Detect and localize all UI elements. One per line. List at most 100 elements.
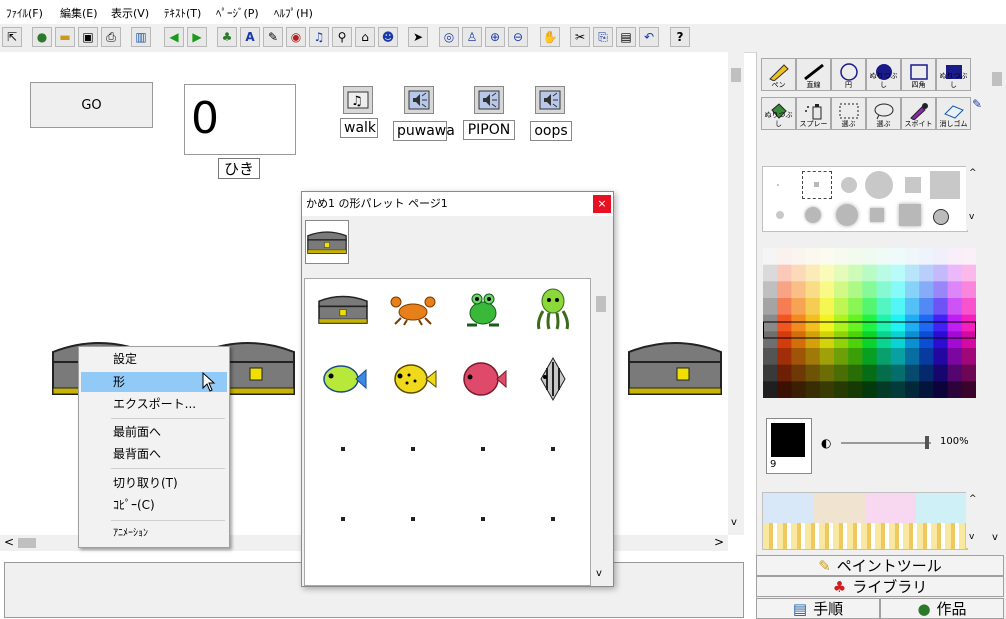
color-swatch[interactable] (933, 348, 949, 366)
color-swatch[interactable] (876, 314, 892, 332)
copy-icon[interactable]: ⎘ (593, 27, 613, 47)
eye-mask-icon[interactable]: ◉ (286, 27, 306, 47)
globe-icon[interactable]: ● (32, 27, 52, 47)
color-swatch[interactable] (947, 298, 963, 316)
save-icon[interactable]: ▣ (78, 27, 98, 47)
color-swatch[interactable] (890, 298, 906, 316)
color-swatch[interactable] (777, 281, 792, 299)
color-swatch[interactable] (947, 364, 963, 382)
color-swatch[interactable] (848, 264, 863, 282)
menu-item-send-back[interactable]: 最背面へ (81, 444, 227, 464)
scroll-down-icon[interactable]: v (992, 532, 998, 543)
brush-scrollbar[interactable]: ^ v (966, 166, 980, 230)
soft-brush-4[interactable] (870, 208, 884, 222)
forward-arrow-icon[interactable]: ▶ (187, 27, 207, 47)
color-swatch[interactable] (947, 264, 963, 282)
speaker-icon[interactable] (474, 86, 504, 114)
menu-help[interactable]: ﾍﾙﾌﾟ(H) (274, 5, 313, 21)
color-swatch[interactable] (834, 264, 849, 282)
color-swatch[interactable] (791, 331, 807, 349)
color-swatch[interactable] (947, 248, 963, 266)
help-icon[interactable]: ? (670, 27, 690, 47)
scroll-right-icon[interactable]: > (714, 535, 724, 549)
current-color-panel[interactable]: 9 (766, 418, 812, 474)
color-swatch[interactable] (876, 348, 892, 366)
color-swatch[interactable] (933, 331, 949, 349)
brush-size-5[interactable] (905, 177, 921, 193)
color-swatch[interactable] (791, 314, 807, 332)
color-swatch[interactable] (819, 381, 835, 398)
color-swatch[interactable] (961, 364, 976, 382)
stop-icon[interactable]: ✋ (540, 27, 560, 47)
color-swatch[interactable] (805, 381, 821, 398)
tab-works[interactable]: ● 作品 (880, 598, 1004, 619)
text-icon[interactable]: A (240, 27, 260, 47)
color-swatch[interactable] (805, 264, 821, 282)
speaker-icon[interactable] (404, 86, 434, 114)
spray-tool[interactable]: スプレー (796, 97, 831, 130)
color-swatch[interactable] (777, 298, 792, 316)
menu-file[interactable]: ﾌｧｲﾙ(F) (6, 5, 43, 21)
undo-icon[interactable]: ↶ (639, 27, 659, 47)
pen-tool[interactable]: ペン (761, 58, 796, 91)
color-swatch[interactable] (961, 248, 976, 266)
soft-brush-1[interactable] (776, 211, 784, 219)
color-swatch[interactable] (834, 348, 849, 366)
color-swatch[interactable] (777, 381, 792, 398)
brush-size-3[interactable] (841, 177, 857, 193)
color-swatch[interactable] (862, 364, 878, 382)
color-swatch[interactable] (862, 281, 878, 299)
lasso-select-tool[interactable]: 選ぶ (866, 97, 901, 130)
layout-icon[interactable]: ▥ (131, 27, 151, 47)
tab-paint-tools[interactable]: ✎ ペイントツール (756, 555, 1004, 576)
color-swatch[interactable] (890, 281, 906, 299)
shape-cell-angelfish[interactable] (523, 349, 583, 409)
color-swatch[interactable] (791, 248, 807, 266)
sound-label-oops[interactable]: oops (530, 121, 572, 141)
color-swatch[interactable] (777, 331, 792, 349)
color-swatch[interactable] (933, 381, 949, 398)
color-swatch[interactable] (947, 331, 963, 349)
brush-size-4[interactable] (865, 171, 893, 199)
color-swatch[interactable] (890, 314, 906, 332)
shape-cell-frog[interactable] (453, 279, 513, 339)
color-swatch[interactable] (919, 381, 934, 398)
color-swatch[interactable] (819, 281, 835, 299)
hand-icon[interactable]: ✎ (263, 27, 283, 47)
more-tools-arrow-icon[interactable]: ✎ (972, 97, 986, 130)
empty-shape-slot[interactable] (383, 419, 443, 479)
filled-circle-tool[interactable]: ぬりつぶし (866, 58, 901, 91)
color-swatch[interactable] (961, 348, 976, 366)
color-swatch[interactable] (819, 248, 835, 266)
empty-shape-slot[interactable] (313, 419, 373, 479)
scroll-up-icon[interactable]: ^ (969, 494, 977, 504)
color-swatch[interactable] (961, 264, 976, 282)
color-swatch[interactable] (919, 364, 934, 382)
color-swatch[interactable] (905, 314, 920, 332)
color-swatch[interactable] (777, 348, 792, 366)
color-swatch[interactable] (819, 298, 835, 316)
color-swatch[interactable] (876, 381, 892, 398)
color-swatch[interactable] (890, 331, 906, 349)
soft-brush-5[interactable] (899, 204, 921, 226)
tab-procedure[interactable]: ▤ 手順 (756, 598, 880, 619)
back-arrow-icon[interactable]: ◀ (164, 27, 184, 47)
color-swatch[interactable] (905, 381, 920, 398)
color-swatch[interactable] (805, 331, 821, 349)
color-swatch[interactable] (919, 331, 934, 349)
stamp-icon[interactable]: ♙ (462, 27, 482, 47)
color-swatch[interactable] (791, 381, 807, 398)
color-swatch[interactable] (961, 381, 976, 398)
color-swatch[interactable] (848, 348, 863, 366)
color-swatch[interactable] (933, 314, 949, 332)
zoom-out-icon[interactable]: ⊖ (508, 27, 528, 47)
scroll-down-icon[interactable]: v (731, 517, 737, 528)
close-icon[interactable]: × (593, 195, 611, 213)
menu-item-cut[interactable]: 切り取り(T) (81, 473, 227, 493)
color-swatch[interactable] (777, 264, 792, 282)
color-swatch[interactable] (919, 298, 934, 316)
color-swatch[interactable] (848, 331, 863, 349)
color-swatch[interactable] (805, 314, 821, 332)
color-swatch[interactable] (876, 298, 892, 316)
music-note-icon[interactable]: ♫ (343, 86, 373, 114)
